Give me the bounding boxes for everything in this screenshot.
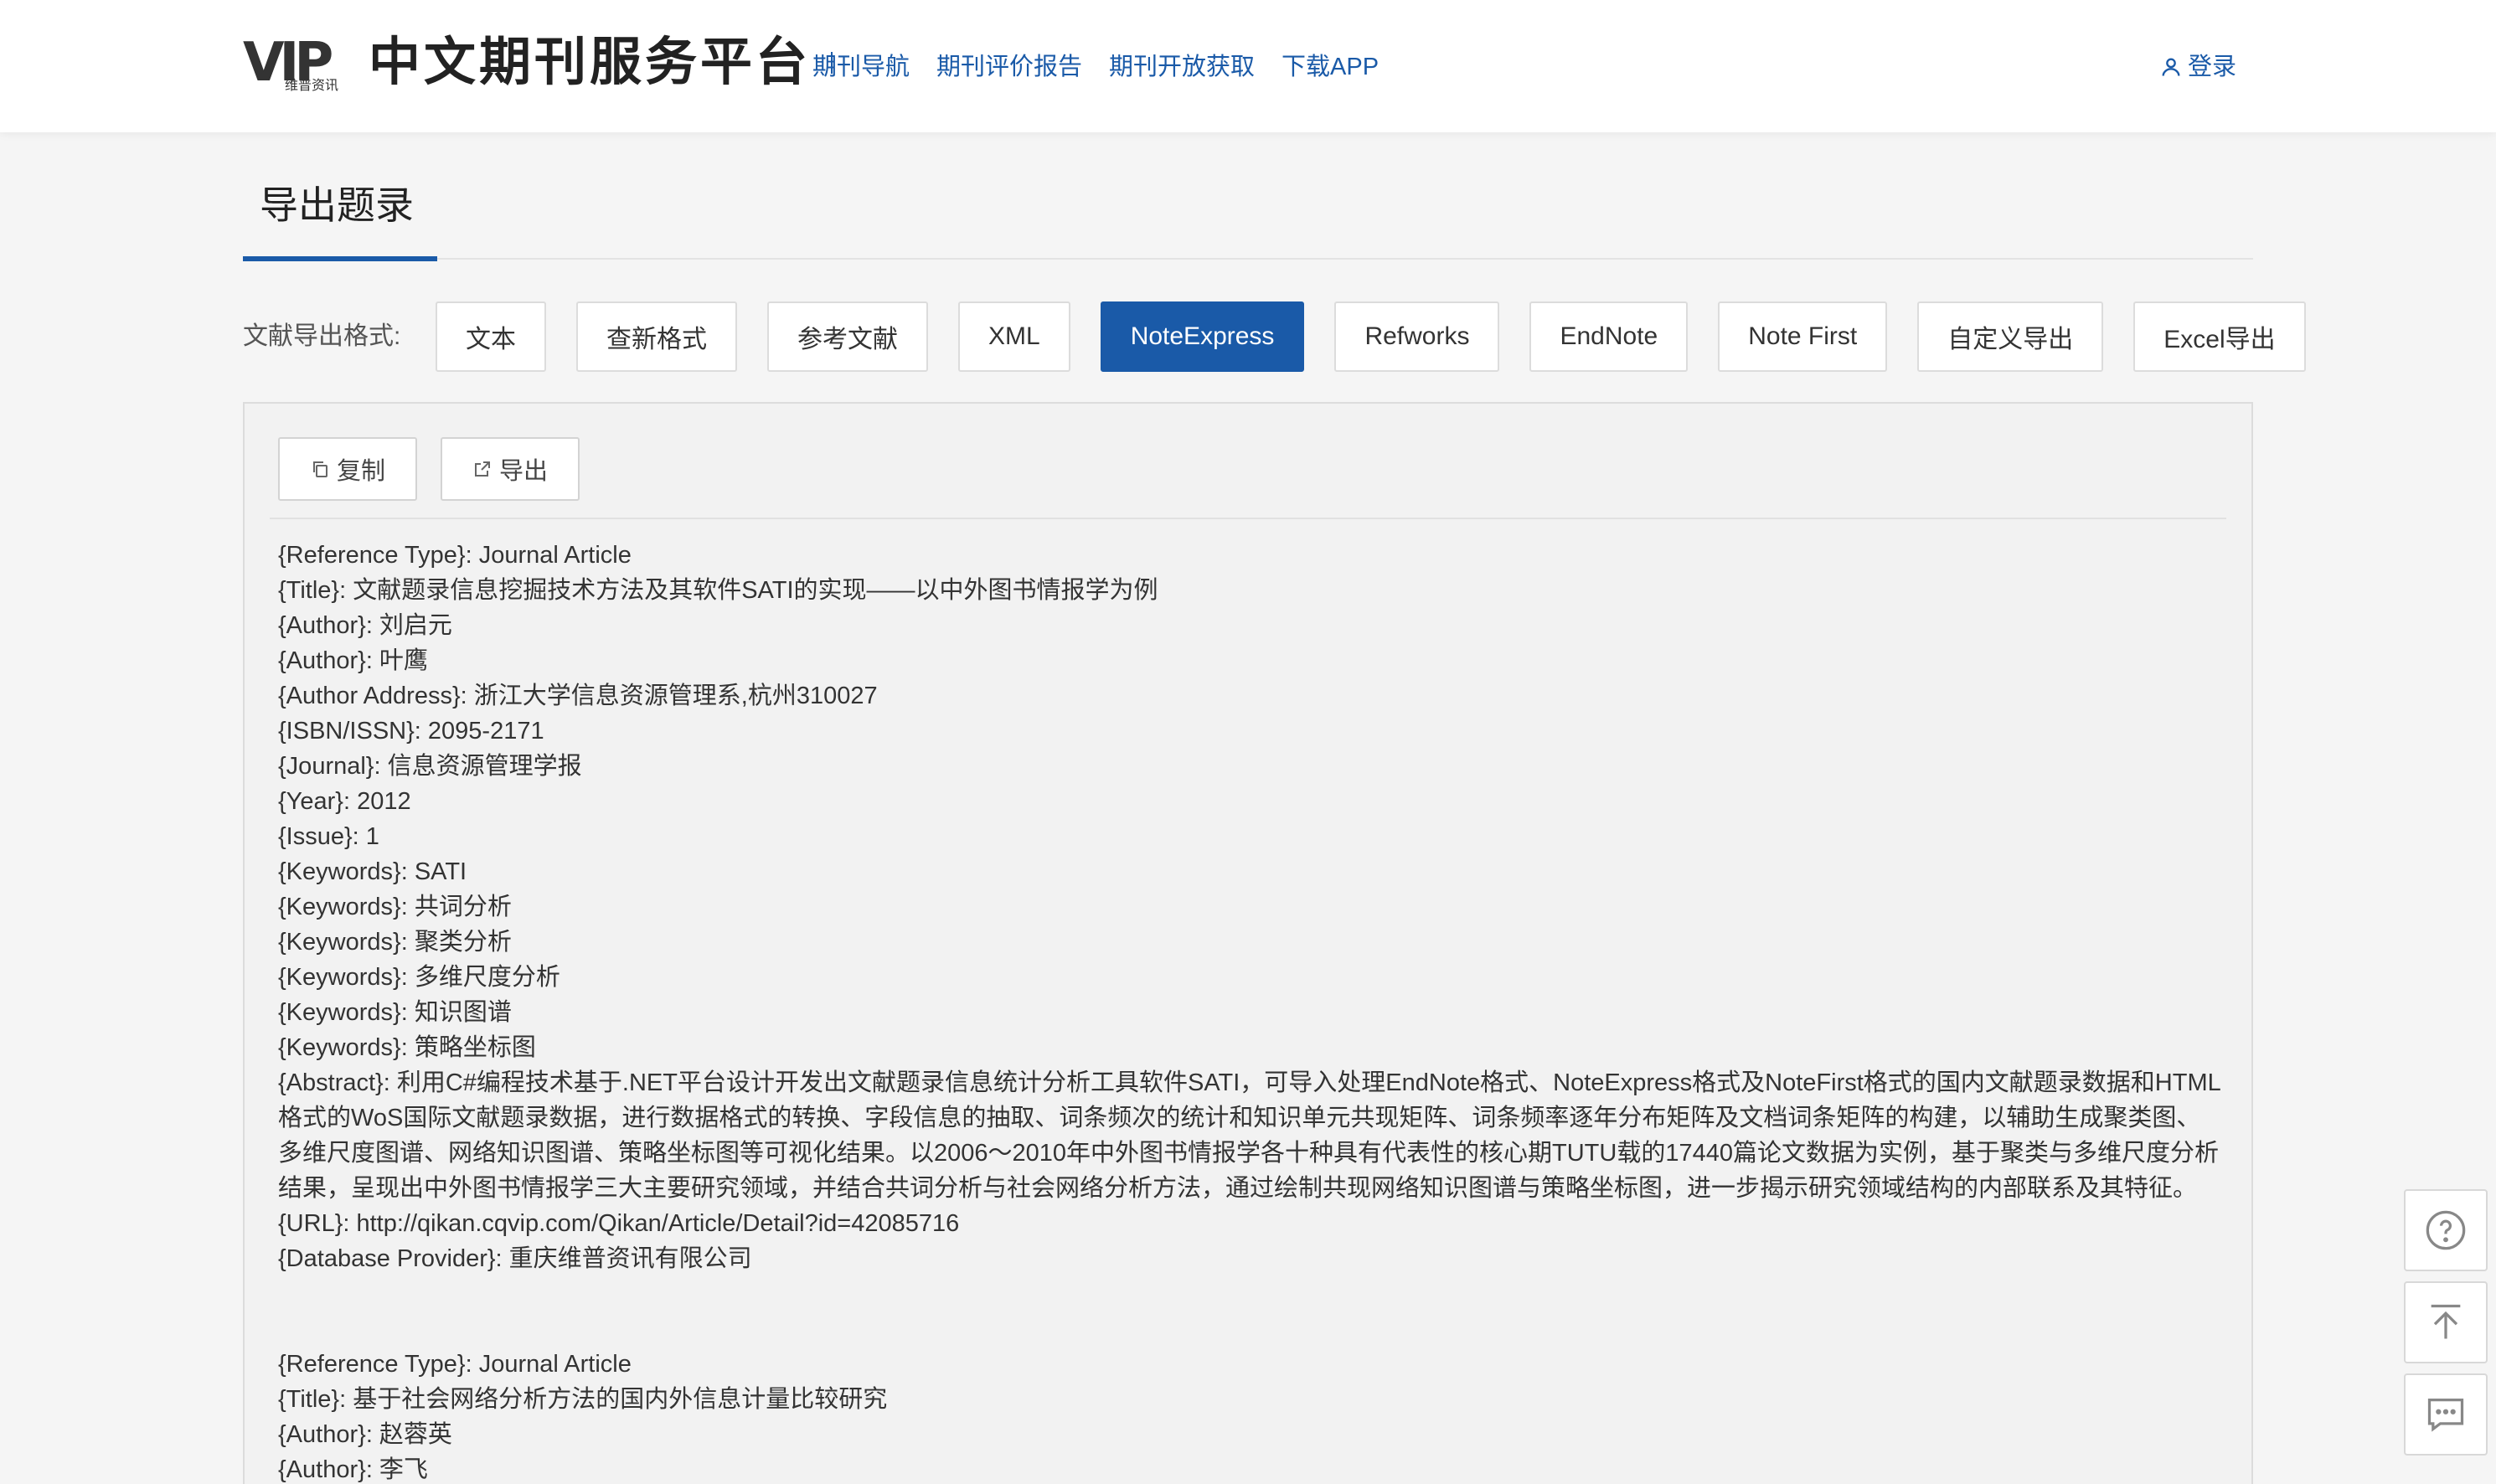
record-block: {Reference Type}: Journal Article {Title…: [278, 538, 2221, 1276]
copy-button[interactable]: 复制: [278, 437, 418, 501]
record-line: {Reference Type}: Journal Article: [278, 1351, 632, 1378]
feedback-button[interactable]: [2404, 1373, 2488, 1456]
export-button[interactable]: 导出: [441, 437, 580, 501]
record-line: {Keywords}: 策略坐标图: [278, 1034, 536, 1061]
record-line: {Title}: 基于社会网络分析方法的国内外信息计量比较研究: [278, 1386, 888, 1413]
copy-button-label: 复制: [337, 458, 386, 485]
export-button-label: 导出: [499, 458, 549, 485]
record-line: {Year}: 2012: [278, 788, 411, 815]
format-button-custom-export[interactable]: 自定义导出: [1917, 301, 2104, 372]
format-button-notefirst[interactable]: Note First: [1718, 301, 1888, 372]
vip-logo-mark: VIP 维普资讯: [243, 33, 348, 93]
export-content-panel: 复制 导出 {Reference Type}: Journal Article …: [243, 402, 2253, 1484]
record-line: {Abstract}: 利用C#编程技术基于.NET平台设计开发出文献题录信息统…: [278, 1069, 2221, 1202]
export-format-options: 文本 查新格式 参考文献 XML NoteExpress Refworks En…: [436, 301, 2306, 372]
logo-sub-text: 维普资讯: [285, 79, 339, 93]
record-line: {Author Address}: 浙江大学信息资源管理系,杭州310027: [278, 683, 878, 709]
record-line: {URL}: http://qikan.cqvip.com/Qikan/Arti…: [278, 1210, 960, 1237]
record-line: {Keywords}: SATI: [278, 858, 467, 885]
site-logo[interactable]: VIP 维普资讯 中文期刊服务平台: [243, 33, 833, 93]
record-line: {Reference Type}: Journal Article: [278, 542, 632, 569]
top-header: VIP 维普资讯 中文期刊服务平台 期刊导航 期刊评价报告 期刊开放获取 下载A…: [0, 0, 2496, 132]
format-button-endnote[interactable]: EndNote: [1529, 301, 1689, 372]
format-button-references[interactable]: 参考文献: [767, 301, 928, 372]
help-icon: [2426, 1210, 2466, 1250]
help-button[interactable]: [2404, 1189, 2488, 1271]
site-title: 中文期刊服务平台: [369, 33, 812, 91]
page-title: 导出题录: [260, 183, 414, 227]
record-line: {Author}: 李飞: [278, 1456, 428, 1483]
panel-toolbar: 复制 导出: [278, 437, 580, 501]
login-label: 登录: [2187, 54, 2236, 80]
record-block: {Reference Type}: Journal Article {Title…: [278, 1347, 2221, 1484]
nav-journal-navigation[interactable]: 期刊导航: [812, 49, 910, 85]
record-line: {Database Provider}: 重庆维普资讯有限公司: [278, 1245, 752, 1272]
record-line: {Title}: 文献题录信息挖掘技术方法及其软件SATI的实现——以中外图书情…: [278, 577, 1158, 604]
record-line: {Keywords}: 知识图谱: [278, 999, 512, 1026]
record-line: {Keywords}: 共词分析: [278, 894, 512, 920]
nav-download-app[interactable]: 下载APP: [1282, 49, 1379, 85]
main-nav: 期刊导航 期刊评价报告 期刊开放获取 下载APP: [812, 49, 1379, 85]
copy-icon: [313, 461, 327, 477]
format-button-excel-export[interactable]: Excel导出: [2133, 301, 2306, 372]
panel-divider: [270, 518, 2226, 519]
format-button-text[interactable]: 文本: [436, 301, 546, 372]
format-button-novelty-search[interactable]: 查新格式: [576, 301, 737, 372]
format-button-noteexpress[interactable]: NoteExpress: [1100, 301, 1305, 372]
page-title-underline: [243, 256, 437, 261]
user-icon: [2162, 58, 2180, 76]
record-line: {Keywords}: 多维尺度分析: [278, 964, 560, 991]
record-line: {ISBN/ISSN}: 2095-2171: [278, 718, 544, 745]
record-line: {Issue}: 1: [278, 823, 379, 850]
export-records-text[interactable]: {Reference Type}: Journal Article {Title…: [278, 538, 2221, 1484]
back-to-top-icon: [2431, 1304, 2461, 1339]
feedback-icon: [2427, 1399, 2464, 1432]
nav-journal-evaluation-report[interactable]: 期刊评价报告: [936, 49, 1082, 85]
nav-journal-open-access[interactable]: 期刊开放获取: [1109, 49, 1255, 85]
record-line: {Author}: 刘启元: [278, 612, 452, 639]
floating-tools: [2404, 1189, 2488, 1456]
record-line: {Author}: 叶鹰: [278, 647, 428, 674]
export-format-label: 文献导出格式:: [243, 322, 401, 350]
back-to-top-button[interactable]: [2404, 1281, 2488, 1363]
record-line: {Journal}: 信息资源管理学报: [278, 753, 582, 780]
login-link[interactable]: 登录: [2159, 49, 2236, 85]
record-line: {Keywords}: 聚类分析: [278, 929, 512, 956]
format-button-refworks[interactable]: Refworks: [1334, 301, 1500, 372]
format-button-xml[interactable]: XML: [958, 301, 1070, 372]
record-line: {Author}: 赵蓉英: [278, 1421, 452, 1448]
export-icon: [475, 461, 491, 477]
page-title-bar: 导出题录: [243, 176, 2253, 261]
